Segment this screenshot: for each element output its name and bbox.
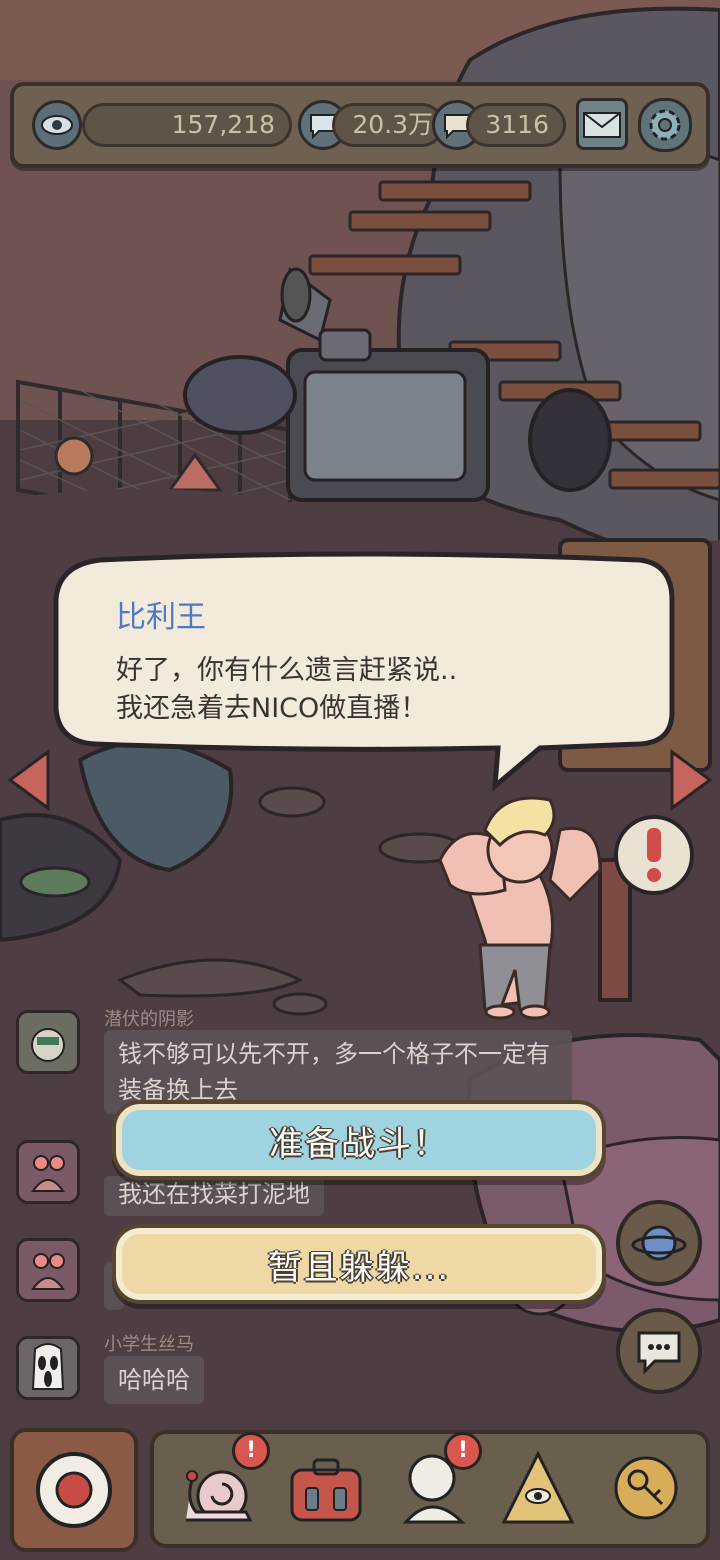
chat-bubble-icon (637, 1331, 681, 1375)
previous-arrow-button[interactable] (6, 748, 52, 812)
illuminati-pyramid-button[interactable] (496, 1440, 580, 1536)
comments-counter: 20.3万 (332, 103, 444, 147)
chat-avatar[interactable] (16, 1140, 80, 1204)
planet-icon (631, 1225, 687, 1261)
fans-counter: 3116 (466, 103, 566, 147)
chat-message: 哈哈哈 (104, 1356, 204, 1404)
live-record-button[interactable] (10, 1428, 138, 1552)
prepare-battle-button[interactable]: 准备战斗！ (112, 1100, 606, 1180)
chat-avatar[interactable] (16, 1238, 80, 1302)
character-king-billy[interactable] (430, 800, 610, 1020)
chat-message-line: 钱不够可以先不开，多一个格子不一定有 (118, 1040, 550, 1068)
views-counter: 157,218 (82, 103, 292, 147)
next-arrow-button[interactable] (668, 748, 714, 812)
mail-icon[interactable] (576, 98, 628, 150)
backpack-button[interactable] (284, 1440, 368, 1536)
fans-count-text: 3116 (485, 110, 549, 139)
record-icon (36, 1452, 112, 1528)
game-scene-background (0, 0, 720, 1560)
resource-bar: 157,218 20.3万 3116 (10, 82, 710, 168)
views-count-text: 157,218 (171, 110, 275, 139)
alert-badge-icon: ! (444, 1432, 482, 1470)
pyramid-eye-icon (501, 1450, 575, 1524)
dialogue-line-2: 我还急着去NICO做直播！ (116, 693, 428, 724)
eye-icon (32, 100, 82, 150)
hide-for-now-label: 暂且躲躲... (267, 1247, 451, 1288)
dialogue-line-1: 好了，你有什么遗言赶紧说.. (116, 655, 458, 686)
chat-message: 我还在找菜打泥地 (104, 1176, 324, 1216)
chat-avatar[interactable] (16, 1010, 80, 1074)
alert-badge-icon: ! (232, 1432, 270, 1470)
backpack-icon (290, 1458, 362, 1522)
chat-toggle-button[interactable] (616, 1308, 702, 1394)
chat-username: 小学生丝马 (104, 1334, 194, 1355)
settings-gear-icon[interactable] (638, 98, 692, 152)
key-icon (614, 1456, 678, 1520)
exclamation-bubble-icon (614, 815, 694, 895)
planet-map-button[interactable] (616, 1200, 702, 1286)
chat-username: 潜伏的阴影 (104, 1009, 194, 1030)
key-button[interactable] (604, 1440, 688, 1536)
comments-count-text: 20.3万 (352, 110, 433, 139)
hide-for-now-button[interactable]: 暂且躲躲... (112, 1224, 606, 1304)
prepare-battle-label: 准备战斗！ (269, 1123, 449, 1164)
chat-avatar[interactable] (16, 1336, 80, 1400)
speaker-name: 比利王 (116, 600, 206, 635)
